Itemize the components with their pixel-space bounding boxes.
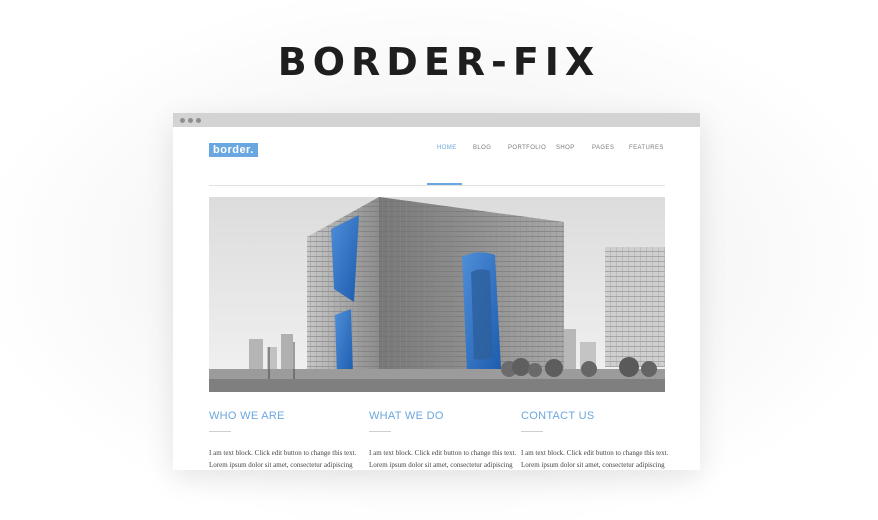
column-title: CONTACT US	[521, 410, 595, 422]
nav-item-blog[interactable]: BLOG	[473, 145, 491, 151]
column-divider	[521, 431, 543, 432]
hero-building-illustration	[209, 197, 665, 392]
nav-item-pages[interactable]: PAGES	[592, 145, 614, 151]
column-what-we-do: WHAT WE DO I am text block. Click edit b…	[369, 410, 519, 470]
window-dot-icon[interactable]	[196, 117, 201, 123]
column-who-we-are: WHO WE ARE I am text block. Click edit b…	[209, 410, 359, 470]
column-divider	[209, 431, 231, 432]
column-text: I am text block. Click edit button to ch…	[521, 449, 669, 470]
browser-window: border. HOME BLOG PORTFOLIO SHOP PAGES F…	[173, 113, 700, 470]
column-title: WHAT WE DO	[369, 410, 444, 422]
column-text: I am text block. Click edit button to ch…	[369, 449, 517, 470]
column-divider	[369, 431, 391, 432]
website: border. HOME BLOG PORTFOLIO SHOP PAGES F…	[173, 127, 700, 470]
main-nav: HOME BLOG PORTFOLIO SHOP PAGES FEATURES	[173, 145, 700, 165]
nav-item-features[interactable]: FEATURES	[629, 145, 664, 151]
window-dot-icon[interactable]	[188, 117, 193, 123]
nav-divider	[209, 185, 665, 186]
hero-image	[209, 197, 665, 392]
nav-item-home[interactable]: HOME	[437, 145, 457, 151]
column-contact-us: CONTACT US I am text block. Click edit b…	[521, 410, 671, 470]
nav-item-portfolio[interactable]: PORTFOLIO	[508, 145, 546, 151]
browser-titlebar	[173, 113, 700, 127]
column-text: I am text block. Click edit button to ch…	[209, 449, 357, 470]
window-dot-icon[interactable]	[180, 117, 185, 123]
column-title: WHO WE ARE	[209, 410, 285, 422]
promo-title: BORDER-FIX	[277, 40, 601, 84]
nav-item-shop[interactable]: SHOP	[556, 145, 575, 151]
